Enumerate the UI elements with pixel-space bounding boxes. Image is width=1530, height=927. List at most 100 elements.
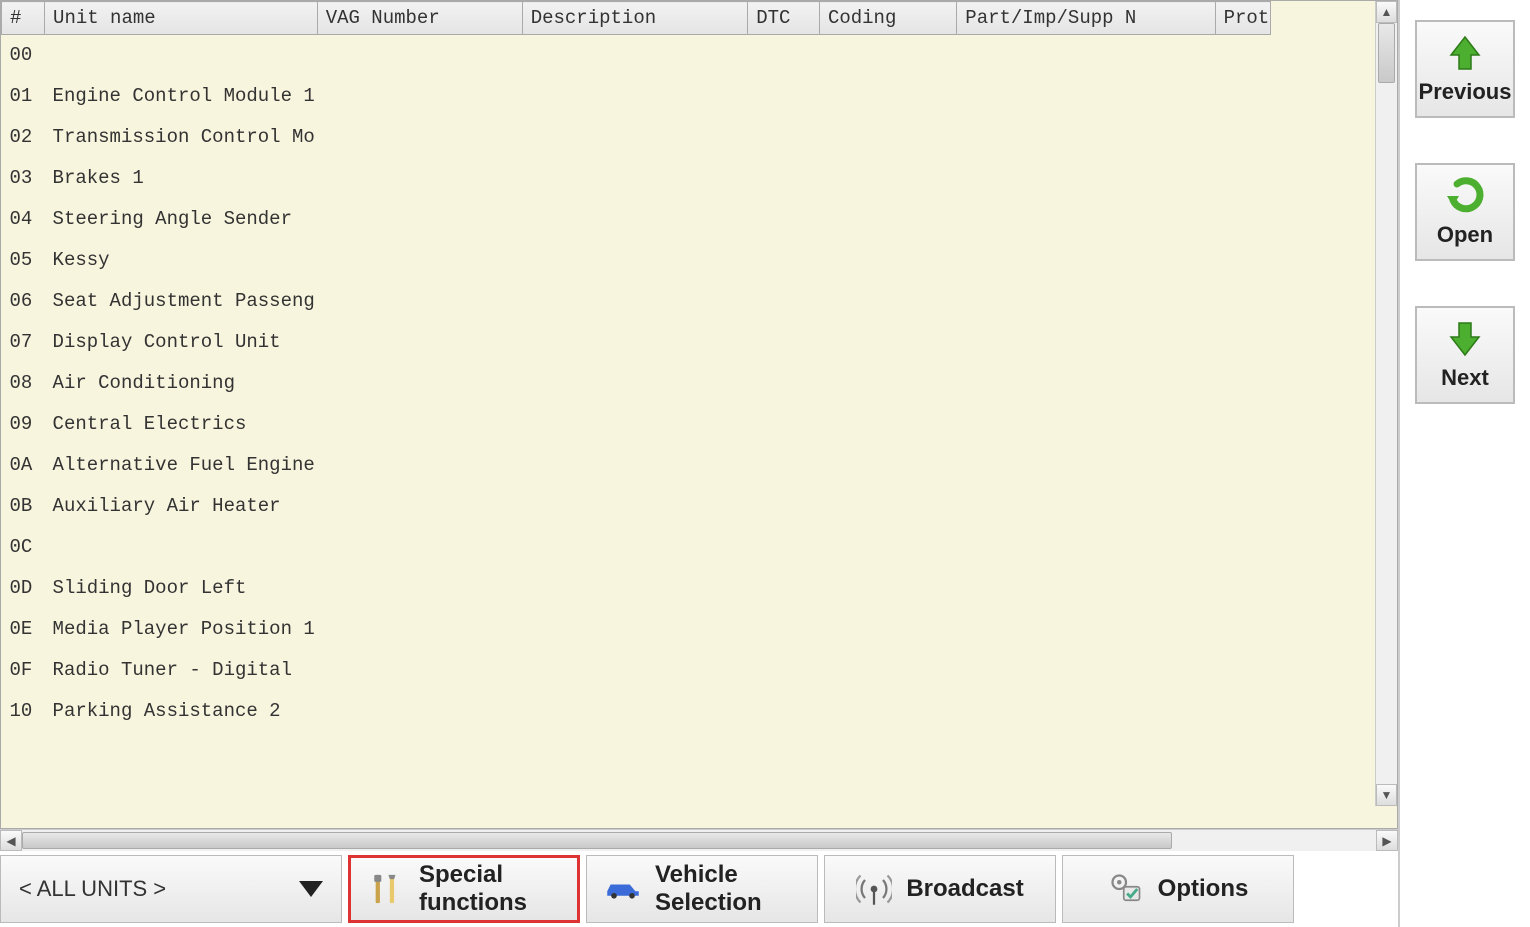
cell-name[interactable]: Alternative Fuel Engine — [45, 445, 318, 486]
cell-coding[interactable] — [819, 527, 956, 568]
cell-num[interactable]: 02 — [2, 117, 45, 158]
cell-vag[interactable] — [317, 281, 522, 322]
cell-desc[interactable] — [522, 691, 748, 732]
table-row[interactable]: 02Transmission Control Mo... — [2, 117, 1271, 158]
cell-part[interactable] — [957, 322, 1215, 363]
cell-coding[interactable] — [819, 199, 956, 240]
cell-desc[interactable] — [522, 199, 748, 240]
cell-dtc[interactable] — [748, 691, 820, 732]
cell-name[interactable]: Sliding Door Left — [45, 568, 318, 609]
cell-prot[interactable] — [1215, 486, 1270, 527]
column-header-name[interactable]: Unit name — [45, 2, 318, 35]
cell-part[interactable] — [957, 199, 1215, 240]
cell-prot[interactable] — [1215, 322, 1270, 363]
cell-coding[interactable] — [819, 281, 956, 322]
cell-dtc[interactable] — [748, 199, 820, 240]
cell-part[interactable] — [957, 568, 1215, 609]
scroll-up-button[interactable]: ▲ — [1376, 1, 1397, 23]
cell-name[interactable]: Transmission Control Mo... — [45, 117, 318, 158]
table-row[interactable]: 01Engine Control Module 1 — [2, 76, 1271, 117]
column-header-num[interactable]: # — [2, 2, 45, 35]
cell-num[interactable]: 07 — [2, 322, 45, 363]
cell-dtc[interactable] — [748, 363, 820, 404]
broadcast-button[interactable]: Broadcast — [824, 855, 1056, 923]
next-button[interactable]: Next — [1415, 306, 1515, 404]
cell-num[interactable]: 0B — [2, 486, 45, 527]
column-header-desc[interactable]: Description — [522, 2, 748, 35]
cell-desc[interactable] — [522, 363, 748, 404]
cell-part[interactable] — [957, 404, 1215, 445]
special-functions-button[interactable]: Special functions — [348, 855, 580, 923]
cell-coding[interactable] — [819, 117, 956, 158]
cell-name[interactable]: Central Electrics — [45, 404, 318, 445]
cell-dtc[interactable] — [748, 117, 820, 158]
table-row[interactable]: 03Brakes 1 — [2, 158, 1271, 199]
cell-coding[interactable] — [819, 650, 956, 691]
cell-num[interactable]: 0F — [2, 650, 45, 691]
table-row[interactable]: 0EMedia Player Position 1 — [2, 609, 1271, 650]
cell-desc[interactable] — [522, 486, 748, 527]
cell-prot[interactable] — [1215, 199, 1270, 240]
table-row[interactable]: 10Parking Assistance 2 — [2, 691, 1271, 732]
cell-desc[interactable] — [522, 76, 748, 117]
cell-prot[interactable] — [1215, 76, 1270, 117]
cell-part[interactable] — [957, 527, 1215, 568]
table-row[interactable]: 09Central Electrics — [2, 404, 1271, 445]
cell-dtc[interactable] — [748, 568, 820, 609]
cell-part[interactable] — [957, 363, 1215, 404]
previous-button[interactable]: Previous — [1415, 20, 1515, 118]
cell-prot[interactable] — [1215, 363, 1270, 404]
horizontal-scroll-track[interactable] — [22, 830, 1376, 851]
cell-vag[interactable] — [317, 486, 522, 527]
cell-part[interactable] — [957, 609, 1215, 650]
cell-desc[interactable] — [522, 281, 748, 322]
cell-num[interactable]: 08 — [2, 363, 45, 404]
cell-dtc[interactable] — [748, 527, 820, 568]
cell-desc[interactable] — [522, 650, 748, 691]
horizontal-scroll-thumb[interactable] — [22, 832, 1172, 849]
cell-desc[interactable] — [522, 322, 748, 363]
cell-vag[interactable] — [317, 35, 522, 76]
cell-dtc[interactable] — [748, 404, 820, 445]
cell-part[interactable] — [957, 35, 1215, 76]
cell-num[interactable]: 0E — [2, 609, 45, 650]
cell-coding[interactable] — [819, 322, 956, 363]
cell-name[interactable]: Brakes 1 — [45, 158, 318, 199]
cell-dtc[interactable] — [748, 322, 820, 363]
cell-dtc[interactable] — [748, 609, 820, 650]
cell-name[interactable]: Media Player Position 1 — [45, 609, 318, 650]
cell-prot[interactable] — [1215, 35, 1270, 76]
vertical-scrollbar[interactable]: ▲ ▼ — [1375, 1, 1397, 806]
cell-coding[interactable] — [819, 568, 956, 609]
horizontal-scrollbar[interactable]: ◀ ▶ — [0, 829, 1398, 851]
cell-num[interactable]: 0C — [2, 527, 45, 568]
cell-part[interactable] — [957, 650, 1215, 691]
cell-dtc[interactable] — [748, 445, 820, 486]
cell-vag[interactable] — [317, 404, 522, 445]
cell-num[interactable]: 03 — [2, 158, 45, 199]
cell-dtc[interactable] — [748, 76, 820, 117]
cell-name[interactable]: Display Control Unit — [45, 322, 318, 363]
cell-coding[interactable] — [819, 404, 956, 445]
cell-num[interactable]: 00 — [2, 35, 45, 76]
cell-name[interactable] — [45, 35, 318, 76]
cell-part[interactable] — [957, 158, 1215, 199]
cell-coding[interactable] — [819, 445, 956, 486]
table-row[interactable]: 06Seat Adjustment Passeng... — [2, 281, 1271, 322]
table-row[interactable]: 0DSliding Door Left — [2, 568, 1271, 609]
cell-dtc[interactable] — [748, 486, 820, 527]
table-row[interactable]: 0C — [2, 527, 1271, 568]
cell-part[interactable] — [957, 240, 1215, 281]
units-filter-dropdown[interactable]: < ALL UNITS > — [0, 855, 342, 923]
cell-name[interactable]: Parking Assistance 2 — [45, 691, 318, 732]
column-header-vag[interactable]: VAG Number — [317, 2, 522, 35]
cell-vag[interactable] — [317, 199, 522, 240]
cell-name[interactable]: Auxiliary Air Heater — [45, 486, 318, 527]
cell-prot[interactable] — [1215, 445, 1270, 486]
column-header-part[interactable]: Part/Imp/Supp N — [957, 2, 1215, 35]
cell-prot[interactable] — [1215, 281, 1270, 322]
cell-vag[interactable] — [317, 240, 522, 281]
cell-part[interactable] — [957, 76, 1215, 117]
cell-desc[interactable] — [522, 117, 748, 158]
cell-desc[interactable] — [522, 445, 748, 486]
